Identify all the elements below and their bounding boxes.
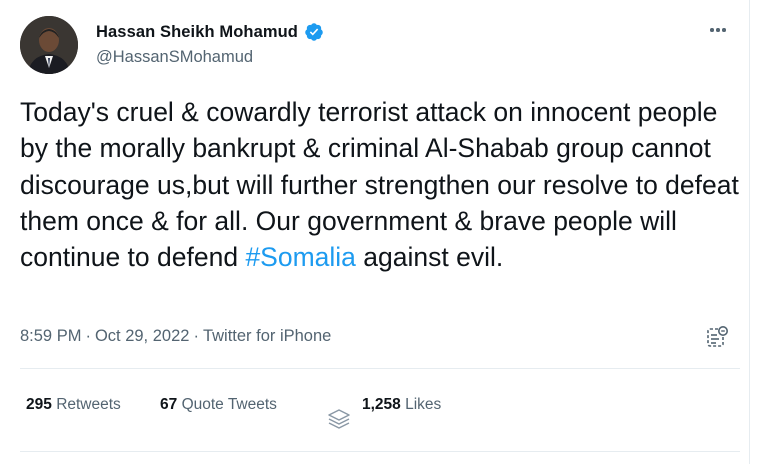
hashtag-link[interactable]: #Somalia — [245, 242, 355, 272]
meta-separator: · — [85, 327, 91, 345]
tweet-date[interactable]: Oct 29, 2022 — [95, 327, 189, 346]
author-handle[interactable]: @HassanSMohamud — [96, 48, 253, 67]
avatar[interactable] — [20, 16, 78, 74]
tweet-time[interactable]: 8:59 PM — [20, 327, 81, 346]
divider — [20, 451, 740, 452]
avatar-image — [20, 16, 78, 74]
verified-badge-icon — [304, 22, 324, 42]
meta-separator: · — [193, 327, 199, 345]
tweet-text: Today's cruel & cowardly terrorist attac… — [20, 94, 740, 275]
retweets-label: Retweets — [56, 396, 121, 413]
tweet-source[interactable]: Twitter for iPhone — [203, 327, 331, 346]
likes-stat[interactable]: 1,258 Likes — [362, 396, 441, 414]
likes-label: Likes — [405, 396, 442, 413]
tweet-card: Hassan Sheikh Mohamud @HassanSMohamud To… — [0, 0, 750, 464]
retweets-stat[interactable]: 295 Retweets — [26, 396, 121, 414]
quote-tweets-label: Quote Tweets — [181, 396, 277, 413]
quote-tweets-count: 67 — [160, 396, 178, 413]
analytics-icon[interactable] — [704, 324, 730, 350]
retweets-count: 295 — [26, 396, 52, 413]
display-name[interactable]: Hassan Sheikh Mohamud — [96, 23, 298, 42]
tweet-text-tail: against evil. — [355, 242, 504, 273]
layers-icon — [326, 406, 352, 432]
likes-count: 1,258 — [362, 396, 401, 413]
quote-tweets-stat[interactable]: 67 Quote Tweets — [160, 396, 277, 414]
author-name-row[interactable]: Hassan Sheikh Mohamud — [96, 22, 324, 42]
more-options-icon[interactable] — [703, 18, 733, 42]
divider — [20, 368, 740, 369]
tweet-meta: 8:59 PM · Oct 29, 2022 · Twitter for iPh… — [20, 327, 331, 346]
